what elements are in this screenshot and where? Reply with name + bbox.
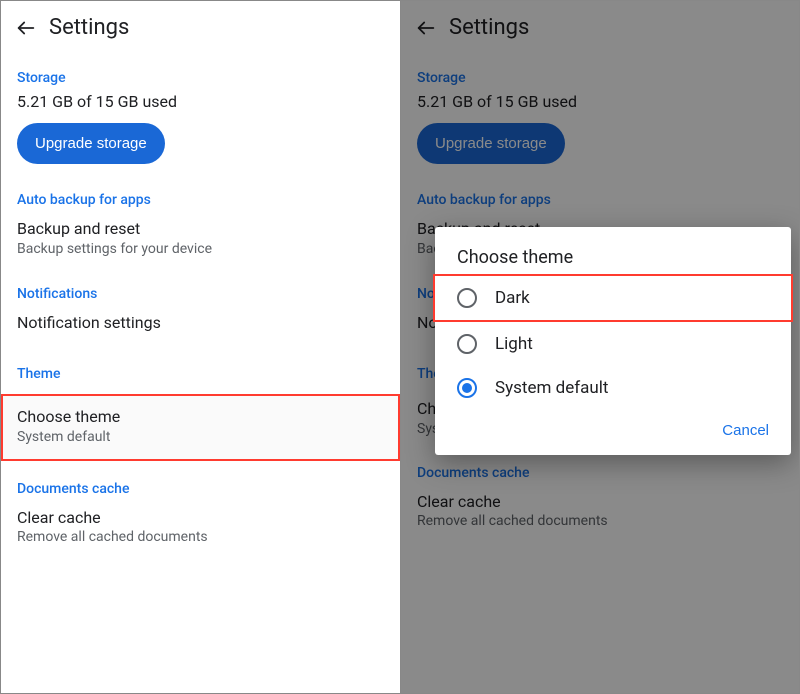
- page-title: Settings: [449, 15, 529, 40]
- pane-left: Settings Storage 5.21 GB of 15 GB used U…: [1, 1, 400, 693]
- dialog-actions: Cancel: [435, 410, 791, 447]
- radio-checked-icon: [457, 378, 477, 398]
- notification-settings-title: Notification settings: [17, 312, 384, 334]
- clear-cache-sub: Remove all cached documents: [417, 512, 783, 531]
- section-cache: Documents cache Clear cache Remove all c…: [401, 451, 799, 531]
- theme-option-system-default[interactable]: System default: [435, 366, 791, 410]
- section-backup: Auto backup for apps Backup and reset Ba…: [1, 164, 400, 258]
- clear-cache-sub: Remove all cached documents: [17, 528, 384, 547]
- choose-theme-sub: System default: [17, 428, 384, 447]
- pane-right: Settings Storage 5.21 GB of 15 GB used U…: [400, 1, 799, 693]
- dialog-title: Choose theme: [435, 247, 791, 274]
- backup-reset-item[interactable]: Backup and reset Backup settings for you…: [17, 214, 384, 258]
- section-notifications-label: Notifications: [17, 286, 384, 308]
- notification-settings-item[interactable]: Notification settings: [17, 308, 384, 334]
- storage-usage: 5.21 GB of 15 GB used: [1, 92, 400, 123]
- clear-cache-item[interactable]: Clear cache Remove all cached documents: [17, 503, 384, 547]
- upgrade-storage-button[interactable]: Upgrade storage: [417, 123, 565, 164]
- section-notifications: Notifications Notification settings: [1, 258, 400, 334]
- back-icon[interactable]: [415, 17, 437, 39]
- section-cache-label: Documents cache: [17, 481, 384, 503]
- theme-option-system-label: System default: [495, 378, 608, 398]
- section-theme-label: Theme: [17, 366, 384, 388]
- theme-option-light[interactable]: Light: [435, 322, 791, 366]
- theme-option-light-label: Light: [495, 334, 533, 354]
- section-cache-label: Documents cache: [417, 465, 783, 487]
- section-backup-label: Auto backup for apps: [417, 192, 783, 214]
- theme-option-dark[interactable]: Dark: [433, 274, 793, 322]
- radio-icon: [457, 288, 477, 308]
- app-bar: Settings: [1, 1, 400, 50]
- cancel-button[interactable]: Cancel: [722, 422, 769, 439]
- theme-option-dark-label: Dark: [495, 288, 530, 308]
- storage-usage: 5.21 GB of 15 GB used: [401, 92, 799, 123]
- section-theme: Theme: [1, 334, 400, 388]
- backup-reset-sub: Backup settings for your device: [17, 240, 384, 259]
- section-backup-label: Auto backup for apps: [17, 192, 384, 214]
- choose-theme-item[interactable]: Choose theme System default: [1, 394, 400, 460]
- back-icon[interactable]: [15, 17, 37, 39]
- clear-cache-item[interactable]: Clear cache Remove all cached documents: [417, 487, 783, 531]
- section-storage: Storage: [1, 70, 400, 92]
- section-cache: Documents cache Clear cache Remove all c…: [1, 461, 400, 547]
- choose-theme-title: Choose theme: [17, 406, 384, 428]
- content-left: Storage 5.21 GB of 15 GB used Upgrade st…: [1, 50, 400, 547]
- screenshot-container: Settings Storage 5.21 GB of 15 GB used U…: [0, 0, 800, 694]
- backup-reset-title: Backup and reset: [17, 218, 384, 240]
- clear-cache-title: Clear cache: [417, 491, 783, 513]
- app-bar-right: Settings: [401, 1, 799, 50]
- page-title: Settings: [49, 15, 129, 40]
- upgrade-storage-button[interactable]: Upgrade storage: [17, 123, 165, 164]
- choose-theme-dialog: Choose theme Dark Light System default C…: [435, 227, 791, 455]
- clear-cache-title: Clear cache: [17, 507, 384, 529]
- section-storage: Storage: [401, 70, 799, 92]
- radio-icon: [457, 334, 477, 354]
